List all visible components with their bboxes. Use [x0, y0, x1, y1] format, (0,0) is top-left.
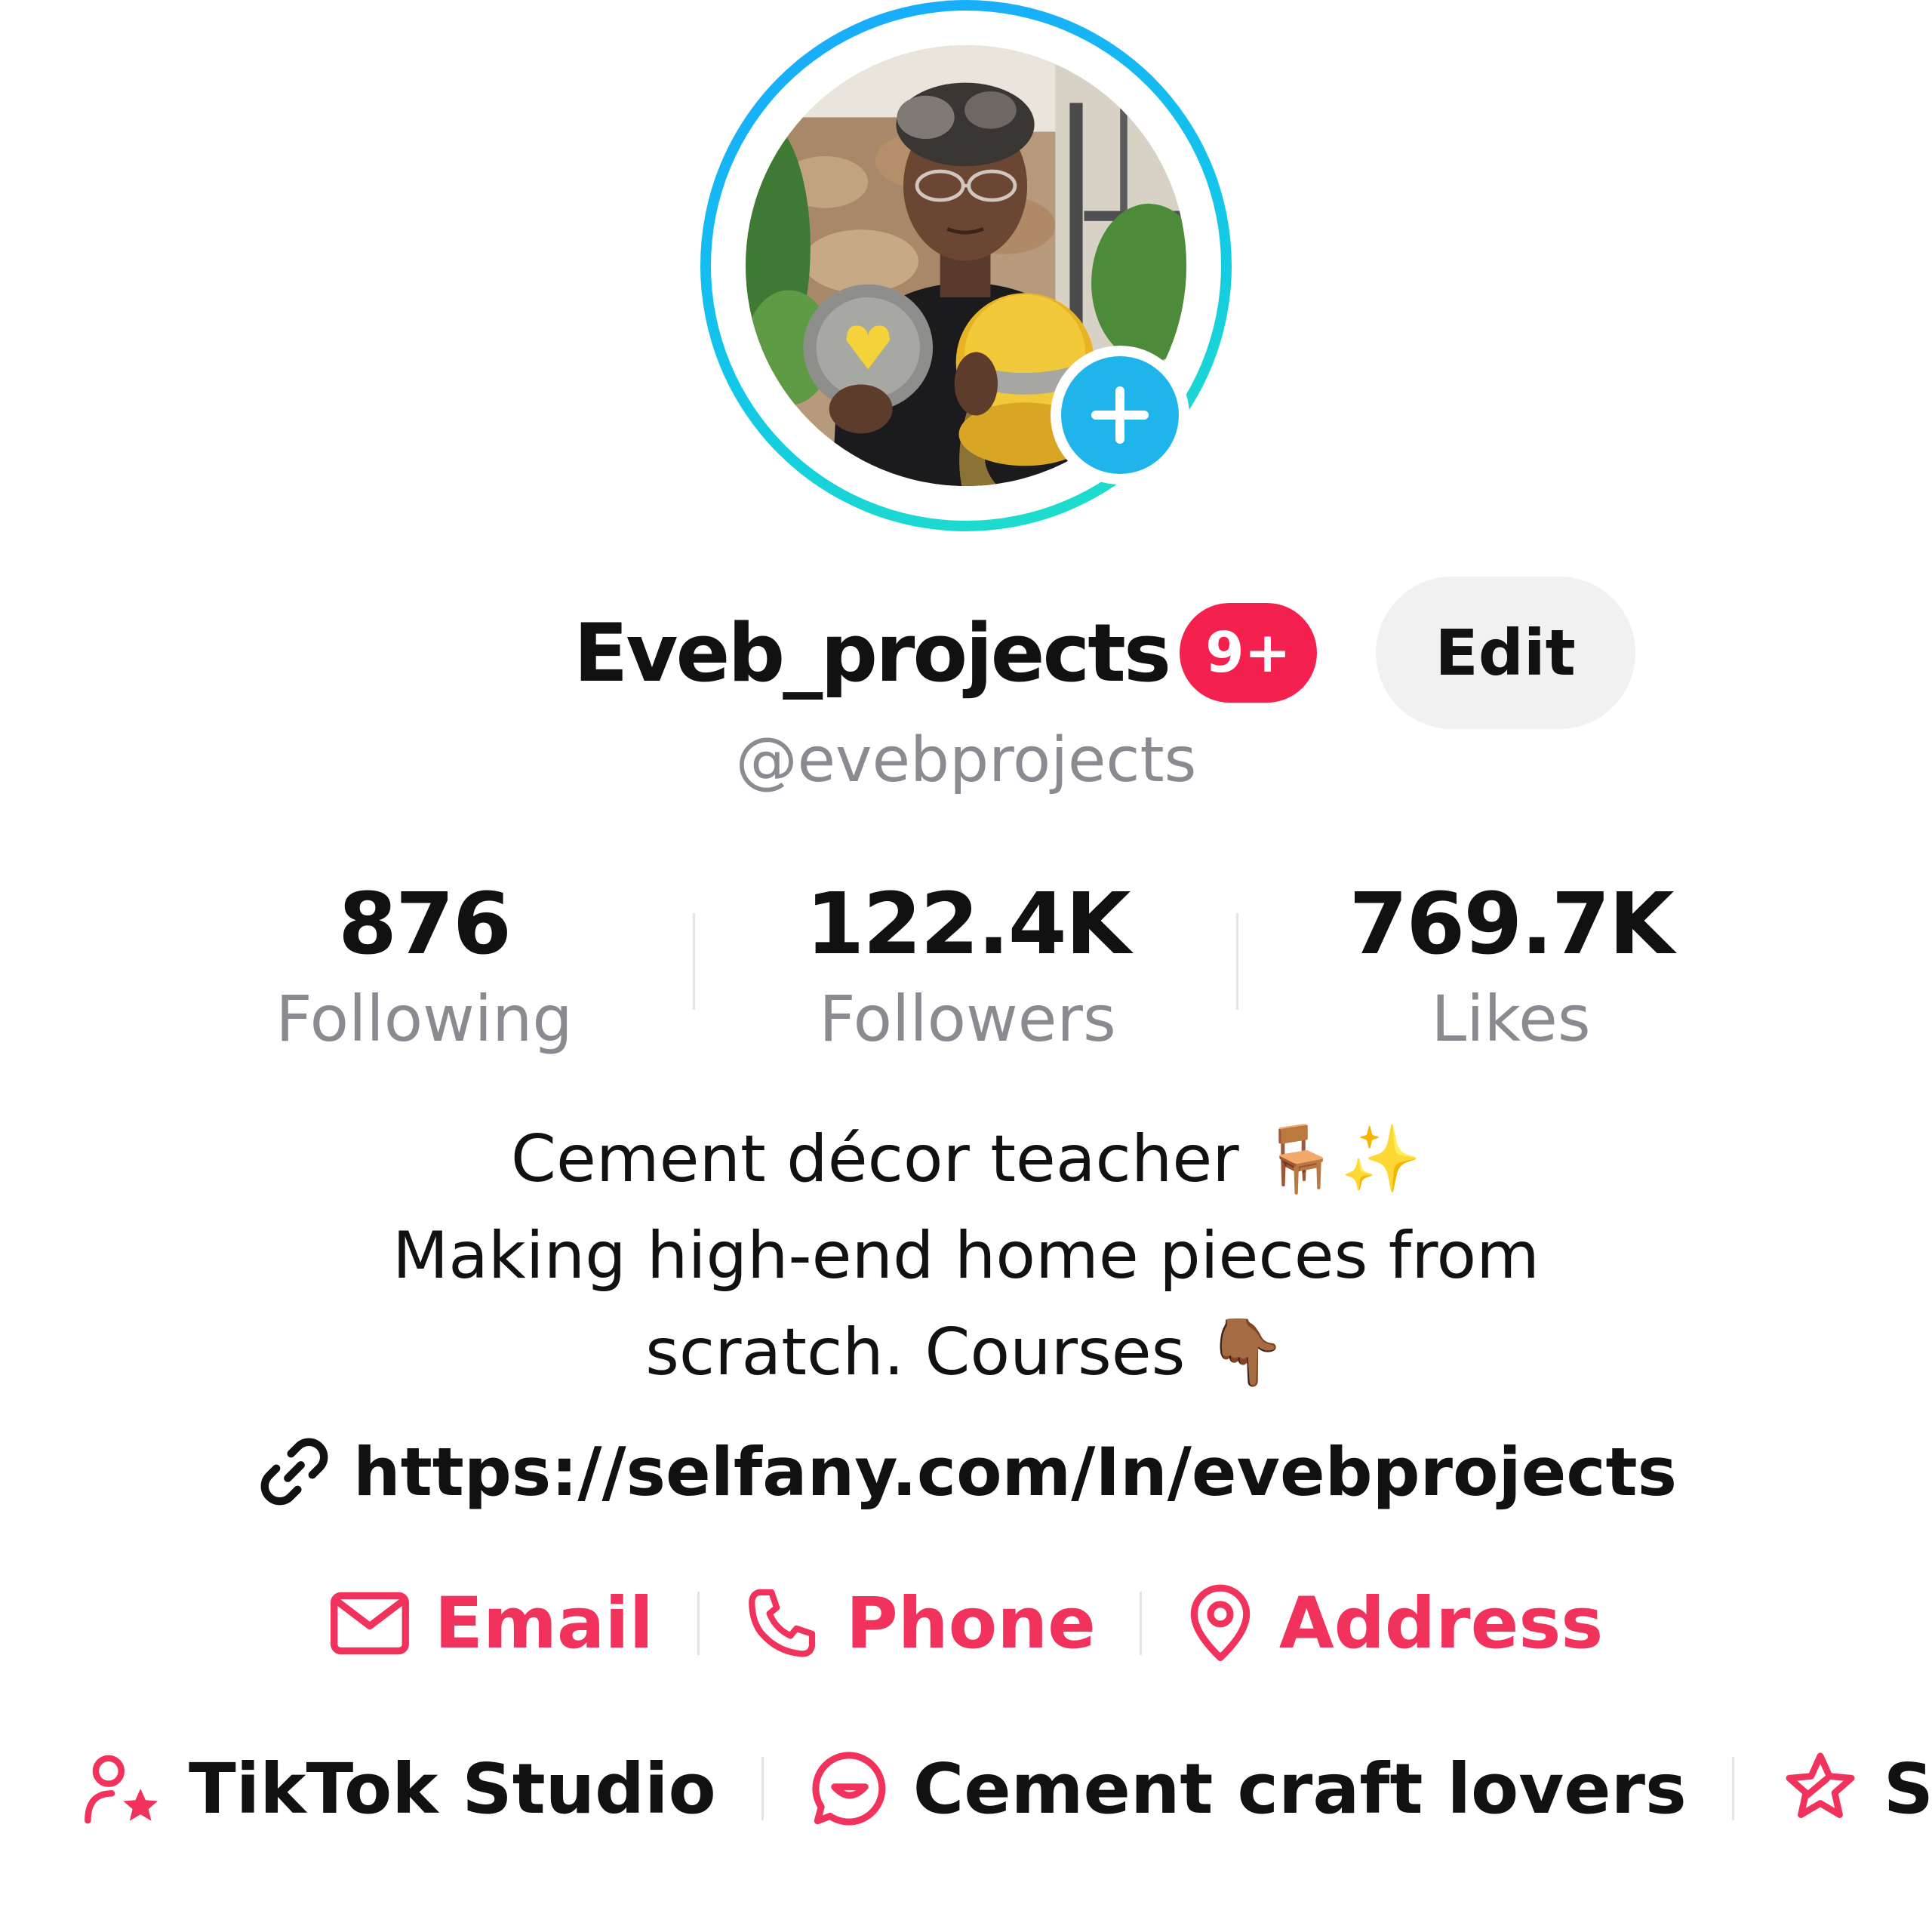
profile-bio: Cement décor teacher 🪑✨ Making high-end …	[0, 1111, 1932, 1401]
tools-divider	[1731, 1757, 1734, 1820]
profile-stats: 876 Following 122.4K Followers 769.7K Li…	[0, 875, 1932, 1064]
creator-star-icon	[85, 1755, 158, 1824]
phone-label: Phone	[845, 1582, 1096, 1665]
bio-line: Cement décor teacher 🪑✨	[510, 1121, 1422, 1197]
creator-tools-row: TikTok Studio Cement craft lovers Su	[83, 1736, 1932, 1841]
followers-label: Followers	[819, 982, 1116, 1056]
envelope-icon	[330, 1592, 409, 1655]
bio-line: scratch. Courses 👇🏾	[645, 1315, 1287, 1390]
stat-likes[interactable]: 769.7K Likes	[1284, 875, 1737, 1064]
notification-badge[interactable]: 9+	[1180, 603, 1317, 703]
email-label: Email	[434, 1582, 654, 1665]
profile-handle: @evebprojects	[735, 724, 1197, 796]
profile-name-row: Eveb_projects 9+ Edit	[574, 577, 1635, 729]
add-story-button[interactable]	[1051, 346, 1189, 485]
location-pin-icon	[1190, 1584, 1251, 1662]
subscription-button[interactable]: Su	[1780, 1749, 1932, 1829]
bio-link[interactable]: https://selfany.com/In/evebprojects	[0, 1419, 1932, 1524]
link-icon	[260, 1438, 328, 1506]
likes-label: Likes	[1431, 982, 1591, 1056]
stat-following[interactable]: 876 Following	[198, 875, 651, 1064]
address-label: Address	[1278, 1582, 1604, 1665]
phone-button[interactable]: Phone	[743, 1583, 1096, 1665]
star-badge-icon	[1786, 1752, 1855, 1818]
likes-count: 769.7K	[1349, 875, 1674, 974]
group-chat-label: Cement craft lovers	[912, 1748, 1687, 1829]
address-button[interactable]: Address	[1186, 1583, 1603, 1665]
bio-line: Making high-end home pieces from	[392, 1218, 1540, 1294]
contact-options: Email Phone Address	[0, 1574, 1932, 1672]
tiktok-studio-label: TikTok Studio	[189, 1748, 716, 1829]
group-chat-button[interactable]: Cement craft lovers	[809, 1748, 1687, 1829]
stat-divider	[1236, 913, 1238, 1010]
contact-divider	[1139, 1592, 1142, 1655]
plus-icon	[1091, 386, 1149, 444]
display-name: Eveb_projects	[574, 606, 1171, 700]
stat-followers[interactable]: 122.4K Followers	[741, 875, 1194, 1064]
phone-icon	[748, 1589, 815, 1657]
subscription-label: Su	[1883, 1748, 1932, 1829]
chat-bubble-icon	[812, 1752, 885, 1826]
followers-count: 122.4K	[805, 875, 1131, 974]
bio-link-url[interactable]: https://selfany.com/In/evebprojects	[353, 1433, 1677, 1511]
tiktok-studio-button[interactable]: TikTok Studio	[83, 1749, 716, 1829]
following-label: Following	[275, 982, 573, 1056]
contact-divider	[697, 1592, 700, 1655]
tools-divider	[761, 1757, 764, 1820]
following-count: 876	[338, 875, 512, 974]
email-button[interactable]: Email	[329, 1583, 654, 1665]
edit-profile-button[interactable]: Edit	[1375, 577, 1635, 729]
stat-divider	[693, 913, 695, 1010]
